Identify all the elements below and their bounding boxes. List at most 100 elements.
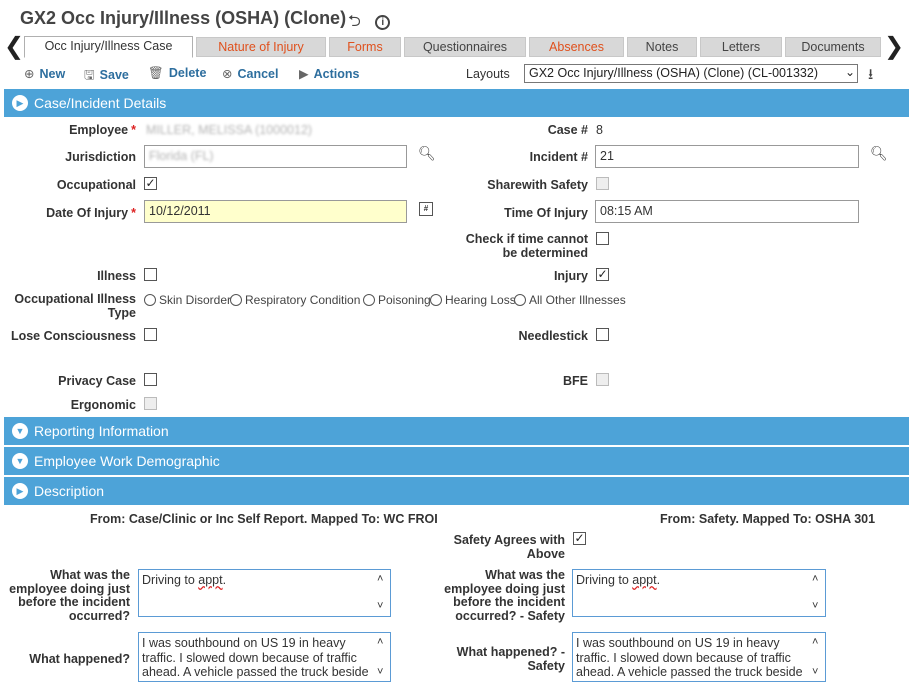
- chevron-down-icon[interactable]: ˅: [377, 599, 383, 614]
- date-of-injury-label: Date Of Injury *: [46, 206, 136, 220]
- tab-letters[interactable]: Letters: [700, 37, 782, 57]
- case-number-label: Case #: [547, 123, 588, 137]
- what-happened-safety-textarea[interactable]: I was southbound on US 19 in heavy traff…: [572, 632, 826, 682]
- safety-agrees-checkbox[interactable]: ✓: [573, 532, 586, 545]
- play-circle-icon: ▶: [299, 67, 309, 81]
- time-of-injury-input[interactable]: 08:15 AM: [595, 200, 859, 223]
- what-happened-label: What happened?: [29, 652, 130, 666]
- layouts-label: Layouts: [466, 67, 510, 81]
- occupational-label: Occupational: [56, 178, 136, 192]
- illness-label: Illness: [97, 269, 136, 283]
- bfe-checkbox[interactable]: [596, 373, 609, 386]
- collapse-icon: ▶: [12, 483, 28, 499]
- lose-consciousness-label: Lose Consciousness: [10, 329, 136, 343]
- privacy-case-checkbox[interactable]: [144, 373, 157, 386]
- collapse-icon: ▶: [12, 95, 28, 111]
- needlestick-label: Needlestick: [518, 329, 588, 343]
- return-icon[interactable]: ⮌: [348, 13, 361, 30]
- floppy-disk-icon: 🖫: [84, 68, 95, 82]
- illness-checkbox[interactable]: [144, 268, 157, 281]
- lose-consciousness-checkbox[interactable]: [144, 328, 157, 341]
- time-of-injury-label: Time Of Injury: [504, 206, 588, 220]
- plus-circle-icon: ⊕: [24, 67, 35, 81]
- chevron-down-icon[interactable]: ˅: [812, 665, 818, 680]
- chevron-down-icon: ⌄: [844, 65, 855, 79]
- description-from-right: From: Safety. Mapped To: OSHA 301: [660, 512, 876, 526]
- employee-doing-textarea[interactable]: Driving to appt. ˄ ˅: [138, 569, 391, 617]
- delete-button[interactable]: 🗑 Delete: [148, 66, 206, 81]
- page-title: GX2 Occ Injury/Illness (OSHA) (Clone): [20, 8, 347, 28]
- cancel-circle-icon: ⊗: [222, 67, 233, 81]
- save-button[interactable]: 🖫 Save: [84, 66, 129, 87]
- description-from-left: From: Case/Clinic or Inc Self Report. Ma…: [90, 512, 438, 526]
- tab-documents[interactable]: Documents: [785, 37, 881, 57]
- pin-icon[interactable]: ⭳: [868, 64, 873, 89]
- safety-agrees-label: Safety Agrees with Above: [453, 533, 565, 561]
- textarea-scrollbar[interactable]: ˄ ˅: [810, 635, 824, 679]
- tab-scroll-right-icon[interactable]: ❯: [884, 34, 904, 60]
- sharewith-safety-label: Sharewith Safety: [487, 178, 588, 192]
- employee-doing-safety-textarea[interactable]: Driving to appt. ˄ ˅: [572, 569, 826, 617]
- chevron-up-icon[interactable]: ˄: [812, 572, 818, 587]
- tab-absences[interactable]: Absences: [529, 37, 624, 57]
- incident-search-icon[interactable]: 🔍︎: [870, 145, 888, 162]
- injury-label: Injury: [553, 269, 588, 283]
- privacy-case-label: Privacy Case: [58, 374, 136, 388]
- what-happened-textarea[interactable]: I was southbound on US 19 in heavy traff…: [138, 632, 391, 682]
- employee-value: MILLER, MELISSA (1000012): [146, 123, 313, 137]
- case-number-value: 8: [596, 123, 603, 137]
- textarea-scrollbar[interactable]: ˄ ˅: [375, 635, 389, 679]
- date-of-injury-input[interactable]: 10/12/2011: [144, 200, 407, 223]
- new-button[interactable]: ⊕ New: [24, 66, 65, 81]
- cancel-button[interactable]: ⊗ Cancel: [222, 66, 278, 81]
- chevron-down-icon[interactable]: ˅: [377, 665, 383, 680]
- employee-doing-label: What was the employee doing just before …: [9, 568, 130, 623]
- tab-nature-of-injury[interactable]: Nature of Injury: [196, 37, 326, 57]
- section-reporting-information[interactable]: ▼ Reporting Information: [4, 417, 909, 445]
- needlestick-checkbox[interactable]: [596, 328, 609, 341]
- tab-questionnaires[interactable]: Questionnaires: [404, 37, 526, 57]
- jurisdiction-search-icon[interactable]: 🔍︎: [418, 145, 436, 162]
- time-undetermined-label: Check if time cannot be determined: [465, 232, 588, 260]
- injury-checkbox[interactable]: ✓: [596, 268, 609, 281]
- chevron-up-icon[interactable]: ˄: [812, 635, 818, 650]
- info-icon[interactable]: i: [375, 15, 391, 30]
- calendar-icon[interactable]: #: [419, 202, 433, 216]
- what-happened-safety-label: What happened? - Safety: [456, 645, 565, 673]
- trash-icon: 🗑: [148, 66, 164, 80]
- jurisdiction-input[interactable]: Florida (FL): [144, 145, 407, 168]
- tab-occ-injury-illness-case[interactable]: Occ Injury/Illness Case: [24, 36, 193, 58]
- textarea-scrollbar[interactable]: ˄ ˅: [810, 572, 824, 614]
- tab-scroll-left-icon[interactable]: ❮: [4, 34, 24, 60]
- sharewith-safety-checkbox[interactable]: [596, 177, 609, 190]
- expand-icon: ▼: [12, 453, 28, 469]
- ergonomic-label: Ergonomic: [70, 398, 136, 412]
- tab-forms[interactable]: Forms: [329, 37, 401, 57]
- title-actions: ⮌ i: [348, 10, 400, 37]
- radio-poisoning[interactable]: Poisoning: [363, 293, 431, 307]
- time-undetermined-checkbox[interactable]: [596, 232, 609, 245]
- employee-label: Employee *: [69, 123, 136, 137]
- chevron-up-icon[interactable]: ˄: [377, 572, 383, 587]
- occupational-checkbox[interactable]: ✓: [144, 177, 157, 190]
- radio-skin-disorder[interactable]: Skin Disorder: [144, 293, 231, 307]
- section-case-incident-details[interactable]: ▶ Case/Incident Details: [4, 89, 909, 117]
- jurisdiction-label: Jurisdiction: [65, 150, 136, 164]
- section-employee-work-demographic[interactable]: ▼ Employee Work Demographic: [4, 447, 909, 475]
- section-description[interactable]: ▶ Description: [4, 477, 909, 505]
- employee-doing-safety-label: What was the employee doing just before …: [444, 568, 565, 623]
- bfe-label: BFE: [563, 374, 588, 388]
- actions-button[interactable]: ▶ Actions: [299, 66, 359, 81]
- ergonomic-checkbox[interactable]: [144, 397, 157, 410]
- textarea-scrollbar[interactable]: ˄ ˅: [375, 572, 389, 614]
- incident-number-label: Incident #: [529, 150, 588, 164]
- tab-notes[interactable]: Notes: [627, 37, 697, 57]
- radio-hearing-loss[interactable]: Hearing Loss: [430, 293, 516, 307]
- radio-all-other-illnesses[interactable]: All Other Illnesses: [514, 293, 626, 307]
- radio-respiratory-condition[interactable]: Respiratory Condition: [230, 293, 360, 307]
- incident-number-input[interactable]: 21: [595, 145, 859, 168]
- chevron-down-icon[interactable]: ˅: [812, 599, 818, 614]
- expand-icon: ▼: [12, 423, 28, 439]
- chevron-up-icon[interactable]: ˄: [377, 635, 383, 650]
- layouts-select[interactable]: GX2 Occ Injury/Illness (OSHA) (Clone) (C…: [524, 64, 858, 83]
